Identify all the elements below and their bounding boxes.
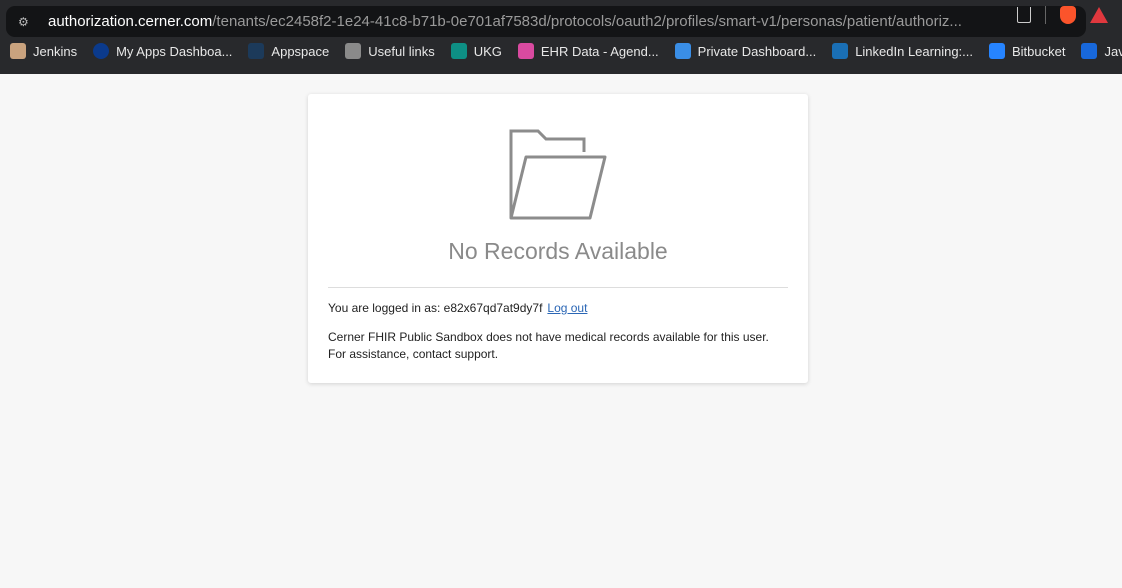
address-bar[interactable]: ⚙ authorization.cerner.com/tenants/ec245…	[6, 6, 1086, 37]
site-settings-icon[interactable]: ⚙	[18, 15, 34, 29]
bookmark-item[interactable]: Bitbucket	[989, 43, 1065, 59]
bookmarks-bar: Jenkins My Apps Dashboa... Appspace Useful …	[10, 43, 1122, 59]
empty-folder-icon	[509, 129, 607, 220]
info-message: Cerner FHIR Public Sandbox does not have…	[328, 329, 788, 363]
bookmark-label: Private Dashboard...	[697, 43, 817, 59]
bookmark-label: EHR Data - Agend...	[540, 43, 659, 59]
url-host: authorization.cerner.com	[48, 13, 213, 30]
logged-in-user: You are logged in as: e82x67qd7at9dy7f	[328, 301, 543, 315]
bookmark-item[interactable]: LinkedIn Learning:...	[832, 43, 973, 59]
bookmark-favicon-icon	[450, 43, 467, 59]
divider	[328, 287, 788, 288]
bookmark-label: Appspace	[271, 43, 330, 59]
bookmark-item[interactable]: Java	[1081, 43, 1122, 59]
bookmark-item[interactable]: Useful links	[345, 43, 435, 59]
share-icon[interactable]	[1017, 7, 1031, 23]
bookmark-label: Java	[1104, 43, 1122, 59]
bookmark-item[interactable]: My Apps Dashboa...	[93, 43, 232, 59]
bookmark-label: Jenkins	[33, 43, 78, 59]
bookmark-favicon-icon	[989, 43, 1005, 59]
divider	[1045, 6, 1046, 24]
bookmark-favicon-icon	[674, 43, 691, 59]
bookmark-item[interactable]: Jenkins	[10, 43, 77, 59]
bookmark-favicon-icon	[93, 43, 110, 59]
bookmark-label: Bitbucket	[1012, 43, 1066, 59]
login-info: You are logged in as: e82x67qd7at9dy7f Lo…	[328, 301, 788, 315]
bookmark-item[interactable]: Appspace	[248, 43, 329, 59]
bookmark-item[interactable]: EHR Data - Agend...	[517, 43, 659, 59]
message-line: For assistance, contact support.	[328, 347, 499, 361]
bookmark-favicon-icon	[1081, 43, 1098, 59]
bookmark-label: Useful links	[368, 43, 435, 59]
bookmark-label: LinkedIn Learning:...	[855, 43, 973, 59]
brave-rewards-icon[interactable]	[1090, 7, 1108, 23]
bookmark-favicon-icon	[10, 43, 26, 59]
bookmark-label: UKG	[473, 43, 502, 59]
bookmark-favicon-icon	[345, 43, 362, 59]
logout-link[interactable]: Log out	[547, 301, 587, 315]
url-path: /tenants/ec2458f2-1e24-41c8-b71b-0e701af…	[212, 13, 962, 30]
bookmark-item[interactable]: UKG	[450, 43, 502, 59]
brave-shields-icon[interactable]	[1060, 6, 1076, 24]
bookmark-favicon-icon	[248, 43, 265, 59]
url-text[interactable]: authorization.cerner.com/tenants/ec2458f…	[48, 13, 968, 30]
page-title: No Records Available	[448, 238, 668, 264]
browser-chrome: ⚙ authorization.cerner.com/tenants/ec245…	[0, 0, 1122, 74]
bookmark-favicon-icon	[517, 43, 534, 59]
bookmark-item[interactable]: Private Dashboard...	[674, 43, 817, 59]
bookmark-label: My Apps Dashboa...	[116, 43, 233, 59]
bookmark-favicon-icon	[832, 43, 849, 59]
no-records-card: No Records Available You are logged in a…	[308, 94, 808, 383]
message-line: Cerner FHIR Public Sandbox does not have…	[328, 330, 769, 344]
